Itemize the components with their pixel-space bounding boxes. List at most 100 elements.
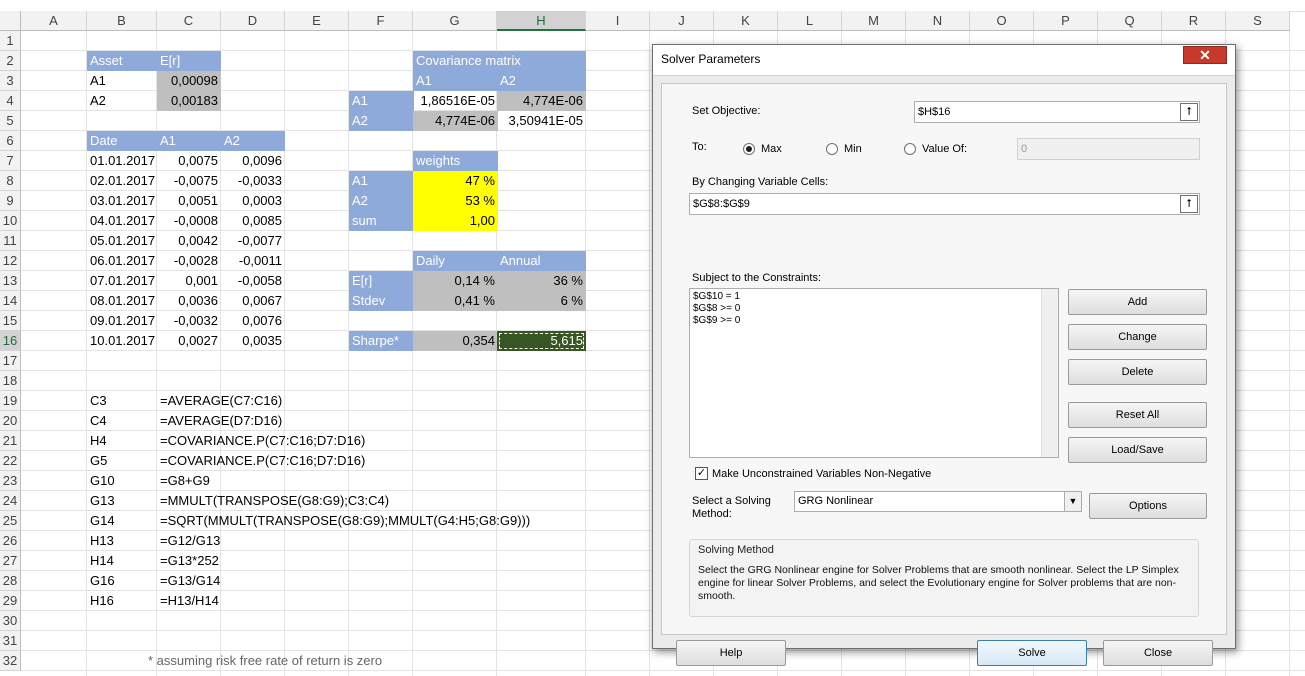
returns-cell[interactable]: 05.01.2017 [87, 231, 158, 251]
formula-text-cell[interactable]: =SQRT(MMULT(TRANSPOSE(G8:G9);MMULT(G4:H5… [157, 511, 530, 531]
nonneg-label[interactable]: Make Unconstrained Variables Non-Negativ… [712, 468, 931, 480]
formula-ref-cell[interactable]: H16 [87, 591, 157, 611]
formula-ref-cell[interactable]: H14 [87, 551, 157, 571]
close-icon[interactable]: ✕ [1183, 46, 1227, 64]
constraint-item[interactable]: $G$10 = 1 [693, 291, 740, 303]
formula-ref-cell[interactable]: G10 [87, 471, 157, 491]
solving-method-select[interactable]: GRG Nonlinear ▼ [794, 491, 1082, 512]
returns-cell[interactable]: 0,0003 [221, 191, 285, 211]
row-header[interactable]: 25 [0, 511, 21, 531]
cell-h5[interactable]: 3,50941E-05 [497, 111, 586, 131]
cell-c4[interactable]: 0,00183 [157, 91, 221, 111]
cell-h13[interactable]: 36 % [497, 271, 586, 291]
cell-f5[interactable]: A2 [349, 111, 414, 131]
add-button[interactable]: Add [1068, 289, 1207, 315]
row-header[interactable]: 32 [0, 651, 21, 671]
solve-button[interactable]: Solve [977, 640, 1087, 666]
footnote[interactable]: * assuming risk free rate of return is z… [145, 651, 445, 671]
returns-cell[interactable]: 0,001 [157, 271, 221, 291]
column-header[interactable]: D [221, 11, 285, 31]
returns-cell[interactable]: 10.01.2017 [87, 331, 158, 351]
cell-b4[interactable]: A2 [87, 91, 158, 111]
column-header[interactable]: J [650, 11, 714, 31]
column-header[interactable]: Q [1098, 11, 1162, 31]
row-header[interactable]: 29 [0, 591, 21, 611]
row-header[interactable]: 18 [0, 371, 21, 391]
formula-ref-cell[interactable]: G5 [87, 451, 157, 471]
value-of-radio[interactable] [904, 143, 916, 155]
dialog-titlebar[interactable]: Solver Parameters ✕ [653, 45, 1235, 76]
row-header[interactable]: 21 [0, 431, 21, 451]
returns-cell[interactable]: -0,0008 [157, 211, 221, 231]
constraint-item[interactable]: $G$8 >= 0 [693, 303, 740, 315]
row-header[interactable]: 6 [0, 131, 21, 151]
returns-cell[interactable]: 0,0096 [221, 151, 285, 171]
delete-button[interactable]: Delete [1068, 359, 1207, 385]
returns-cell[interactable]: 0,0051 [157, 191, 221, 211]
formula-text-cell[interactable]: =COVARIANCE.P(C7:C16;D7:D16) [157, 451, 365, 471]
row-header[interactable]: 15 [0, 311, 21, 331]
returns-cell[interactable]: -0,0033 [221, 171, 285, 191]
returns-cell[interactable]: 04.01.2017 [87, 211, 158, 231]
formula-text-cell[interactable]: =G13/G14 [157, 571, 221, 591]
returns-cell[interactable]: -0,0075 [157, 171, 221, 191]
cell-b3[interactable]: A1 [87, 71, 158, 91]
row-header[interactable]: 8 [0, 171, 21, 191]
column-header[interactable]: M [842, 11, 906, 31]
formula-ref-cell[interactable]: G16 [87, 571, 157, 591]
close-button[interactable]: Close [1103, 640, 1213, 666]
returns-cell[interactable]: 0,0036 [157, 291, 221, 311]
returns-cell[interactable]: 06.01.2017 [87, 251, 158, 271]
row-header[interactable]: 7 [0, 151, 21, 171]
returns-cell[interactable]: 0,0085 [221, 211, 285, 231]
returns-cell[interactable]: -0,0058 [221, 271, 285, 291]
returns-cell[interactable]: 0,0027 [157, 331, 221, 351]
formula-ref-cell[interactable]: C4 [87, 411, 157, 431]
change-button[interactable]: Change [1068, 324, 1207, 350]
returns-cell[interactable]: 0,0067 [221, 291, 285, 311]
returns-cell[interactable]: 0,0042 [157, 231, 221, 251]
cell-f13[interactable]: E[r] [349, 271, 414, 291]
row-header[interactable]: 4 [0, 91, 21, 111]
row-header[interactable]: 17 [0, 351, 21, 371]
column-header[interactable]: R [1162, 11, 1226, 31]
returns-cell[interactable]: -0,0032 [157, 311, 221, 331]
changing-cells-input[interactable]: $G$8:$G$9 [689, 193, 1200, 215]
row-header[interactable]: 16 [0, 331, 21, 351]
row-header[interactable]: 31 [0, 631, 21, 651]
select-all-corner[interactable] [0, 11, 21, 31]
column-header[interactable]: L [778, 11, 842, 31]
cell-c2[interactable]: E[r] [157, 51, 221, 71]
cell-g8[interactable]: 47 % [413, 171, 498, 191]
cell-f16[interactable]: Sharpe* [349, 331, 414, 351]
cell-f8[interactable]: A1 [349, 171, 414, 191]
returns-cell[interactable]: 01.01.2017 [87, 151, 158, 171]
row-header[interactable]: 24 [0, 491, 21, 511]
cell-h12[interactable]: Annual [497, 251, 586, 271]
cell-g9[interactable]: 53 % [413, 191, 498, 211]
returns-cell[interactable]: -0,0011 [221, 251, 285, 271]
row-header[interactable]: 26 [0, 531, 21, 551]
cell-f4[interactable]: A1 [349, 91, 414, 111]
column-header[interactable]: S [1226, 11, 1290, 31]
row-header[interactable]: 23 [0, 471, 21, 491]
constraints-scrollbar[interactable] [1041, 289, 1058, 457]
returns-cell[interactable]: 02.01.2017 [87, 171, 158, 191]
returns-cell[interactable]: 0,0076 [221, 311, 285, 331]
cell-g4[interactable]: 1,86516E-05 [413, 91, 498, 111]
cell-h14[interactable]: 6 % [497, 291, 586, 311]
formula-text-cell[interactable]: =G8+G9 [157, 471, 221, 491]
column-header[interactable]: G [413, 11, 497, 31]
column-header[interactable]: A [21, 11, 87, 31]
formula-text-cell[interactable]: =AVERAGE(D7:D16) [157, 411, 282, 431]
formula-text-cell[interactable]: =MMULT(TRANSPOSE(G8:G9);C3:C4) [157, 491, 389, 511]
column-header[interactable]: B [87, 11, 157, 31]
value-of-label[interactable]: Value Of: [922, 143, 967, 155]
row-header[interactable]: 19 [0, 391, 21, 411]
objective-input[interactable]: $H$16 [914, 101, 1200, 123]
formula-text-cell[interactable]: =COVARIANCE.P(C7:C16;D7:D16) [157, 431, 365, 451]
cell-d6[interactable]: A2 [221, 131, 285, 151]
nonneg-checkbox[interactable]: ✓ [695, 467, 708, 480]
value-of-input[interactable]: 0 [1017, 138, 1200, 160]
cell-c6[interactable]: A1 [157, 131, 221, 151]
